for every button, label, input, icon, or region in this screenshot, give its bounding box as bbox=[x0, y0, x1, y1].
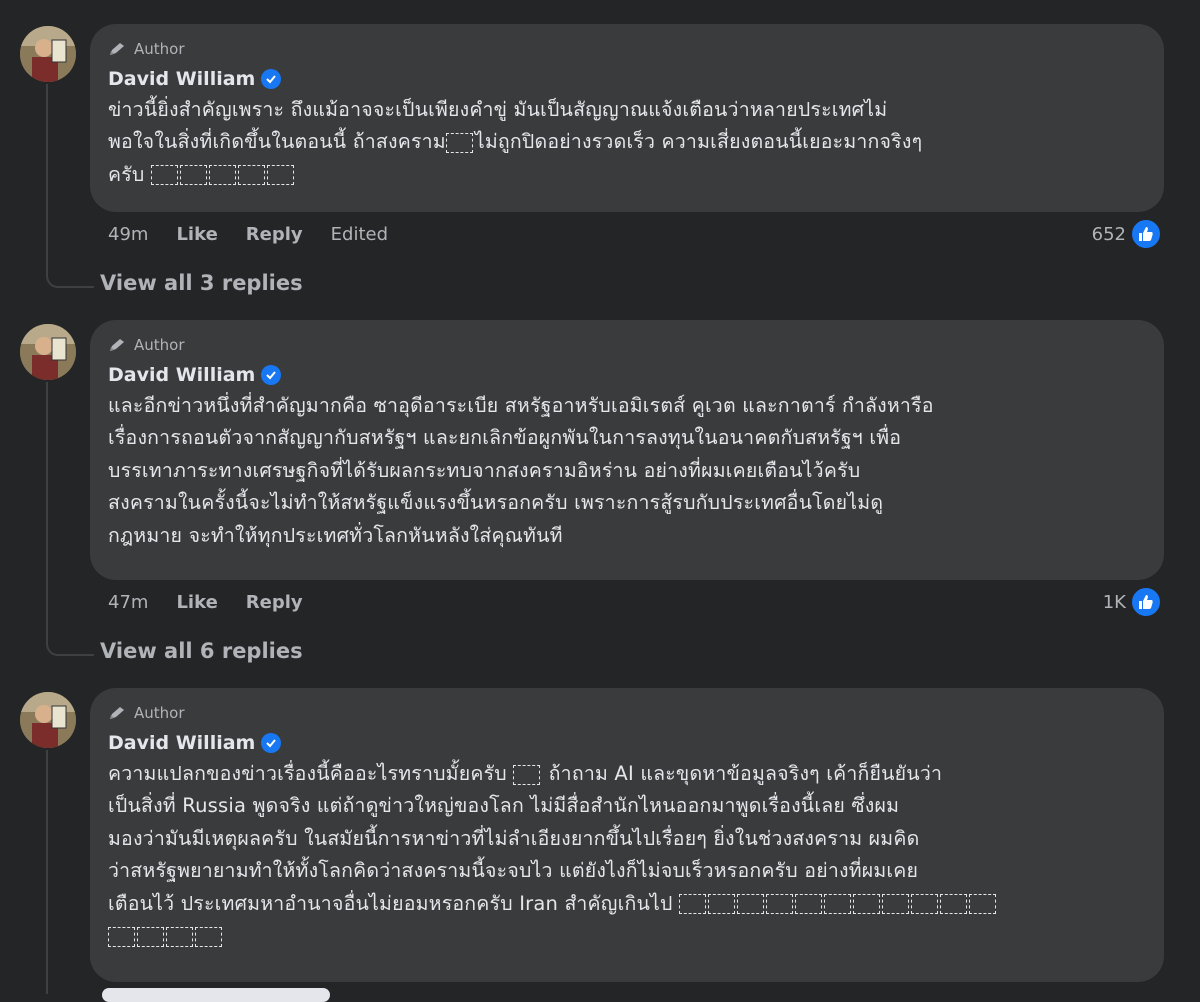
emoji-placeholder-icon bbox=[137, 926, 164, 947]
thumbs-up-icon bbox=[1130, 218, 1162, 250]
commenter-name[interactable]: David William bbox=[108, 68, 255, 90]
author-label: Author bbox=[134, 336, 185, 354]
reaction-number: 1K bbox=[1102, 591, 1126, 613]
reaction-number: 652 bbox=[1091, 223, 1126, 245]
avatar[interactable] bbox=[20, 26, 76, 82]
author-label: Author bbox=[134, 704, 185, 722]
comment-bubble: Author David William ข่าวนี้ยิ่งสำคัญเพร… bbox=[90, 24, 1164, 212]
comment-line bbox=[108, 920, 1146, 952]
emoji-placeholder-icon bbox=[166, 926, 193, 947]
emoji-placeholder-icon bbox=[766, 894, 793, 915]
comment-line: เรื่องการถอนตัวจากสัญญากับสหรัฐฯ และยกเล… bbox=[108, 426, 902, 450]
emoji-placeholder-icon bbox=[150, 165, 178, 186]
comment-bubble: Author David William และอีกข่าวหนึ่งที่ส… bbox=[90, 320, 1164, 580]
reply-button[interactable]: Reply bbox=[246, 592, 303, 613]
avatar[interactable] bbox=[20, 692, 76, 748]
reaction-count[interactable]: 652 bbox=[1092, 218, 1162, 250]
thread-line bbox=[46, 382, 48, 644]
comment-text: ข่าวนี้ยิ่งสำคัญเพราะ ถึงแม้อาจจะเป็นเพี… bbox=[108, 94, 1146, 191]
thread-line bbox=[46, 750, 48, 994]
reaction-count[interactable]: 1K bbox=[1103, 586, 1162, 618]
comment-line: เตือนไว้ ประเทศมหาอำนาจอื่นไม่ยอมหรอกครั… bbox=[108, 888, 1146, 920]
author-badge: Author bbox=[108, 334, 1146, 356]
comment-actions: 47m Like Reply bbox=[108, 592, 303, 613]
view-replies-link[interactable]: View all 3 replies bbox=[100, 271, 303, 295]
like-button[interactable]: Like bbox=[176, 224, 217, 245]
emoji-placeholder-icon bbox=[679, 894, 706, 915]
emoji-placeholder-icon bbox=[445, 132, 473, 153]
comment-line: บรรเทาภาระทางเศรษฐกิจที่ได้รับผลกระทบจาก… bbox=[108, 458, 861, 482]
pencil-icon bbox=[110, 707, 124, 719]
author-badge: Author bbox=[108, 38, 1146, 60]
comment-line: และอีกข่าวหนึ่งที่สำคัญมากคือ ซาอุดีอาระ… bbox=[108, 394, 934, 417]
like-button[interactable]: Like bbox=[176, 592, 217, 613]
timestamp[interactable]: 47m bbox=[108, 592, 148, 613]
comment-line: กฎหมาย จะทำให้ทุกประเทศทั่วโลกหันหลังใส่… bbox=[108, 523, 563, 547]
reply-button[interactable]: Reply bbox=[246, 224, 303, 245]
comment-line: พอใจในสิ่งที่เกิดขึ้นในตอนนี้ ถ้าสงครามไ… bbox=[108, 130, 923, 154]
action-pill[interactable] bbox=[102, 988, 330, 1002]
comment-line: ครับ bbox=[108, 159, 1146, 191]
comment-line: เป็นสิ่งที่ Russia พูดจริง แต่ถ้าดูข่าวใ… bbox=[108, 794, 900, 818]
emoji-placeholder-icon bbox=[179, 165, 207, 186]
emoji-placeholder-icon bbox=[853, 894, 880, 915]
comment-text: และอีกข่าวหนึ่งที่สำคัญมากคือ ซาอุดีอาระ… bbox=[108, 390, 1146, 552]
verified-badge-icon bbox=[261, 365, 282, 385]
thumbs-up-icon bbox=[1130, 586, 1162, 618]
comment-line: ว่าสหรัฐพยายามทำให้ทั้งโลกคิดว่าสงครามนี… bbox=[108, 859, 919, 883]
edited-label: Edited bbox=[330, 224, 389, 245]
emoji-placeholder-icon bbox=[737, 894, 764, 915]
comment-line: สงครามในครั้งนี้จะไม่ทำให้สหรัฐแข็งแรงขึ… bbox=[108, 491, 884, 515]
reply-connector bbox=[46, 274, 94, 288]
emoji-placeholder-icon bbox=[208, 165, 236, 186]
avatar[interactable] bbox=[20, 324, 76, 380]
emoji-placeholder-icon bbox=[795, 894, 822, 915]
author-badge: Author bbox=[108, 702, 1146, 724]
emoji-placeholder-icon bbox=[940, 894, 967, 915]
emoji-placeholder-icon bbox=[969, 894, 996, 915]
comment-line: มองว่ามันมีเหตุผลครับ ในสมัยนี้การหาข่าว… bbox=[108, 826, 920, 850]
pencil-icon bbox=[110, 43, 124, 55]
commenter-name[interactable]: David William bbox=[108, 732, 255, 754]
comment-actions: 49m Like Reply Edited bbox=[108, 224, 388, 245]
commenter-name[interactable]: David William bbox=[108, 364, 255, 386]
author-label: Author bbox=[134, 40, 185, 58]
emoji-placeholder-icon bbox=[882, 894, 909, 915]
comment-bubble: Author David William ความแปลกของข่าวเรื่… bbox=[90, 688, 1164, 982]
comment-line: ความแปลกของข่าวเรื่องนี้คืออะไรทราบมั้ยค… bbox=[108, 762, 943, 785]
emoji-placeholder-icon bbox=[824, 894, 851, 915]
emoji-placeholder-icon bbox=[708, 894, 735, 915]
verified-badge-icon bbox=[261, 69, 282, 89]
pencil-icon bbox=[110, 339, 124, 351]
comment-text: ความแปลกของข่าวเรื่องนี้คืออะไรทราบมั้ยค… bbox=[108, 758, 1146, 952]
emoji-placeholder-icon bbox=[911, 894, 938, 915]
verified-badge-icon bbox=[261, 733, 282, 753]
thread-line bbox=[46, 84, 48, 276]
emoji-placeholder-icon bbox=[195, 926, 222, 947]
view-replies-link[interactable]: View all 6 replies bbox=[100, 639, 303, 663]
emoji-placeholder-icon bbox=[266, 165, 294, 186]
reply-connector bbox=[46, 642, 94, 656]
comment-line: ข่าวนี้ยิ่งสำคัญเพราะ ถึงแม้อาจจะเป็นเพี… bbox=[108, 98, 888, 121]
emoji-placeholder-icon bbox=[108, 926, 135, 947]
emoji-placeholder-icon bbox=[513, 764, 541, 785]
timestamp[interactable]: 49m bbox=[108, 224, 148, 245]
emoji-placeholder-icon bbox=[237, 165, 265, 186]
